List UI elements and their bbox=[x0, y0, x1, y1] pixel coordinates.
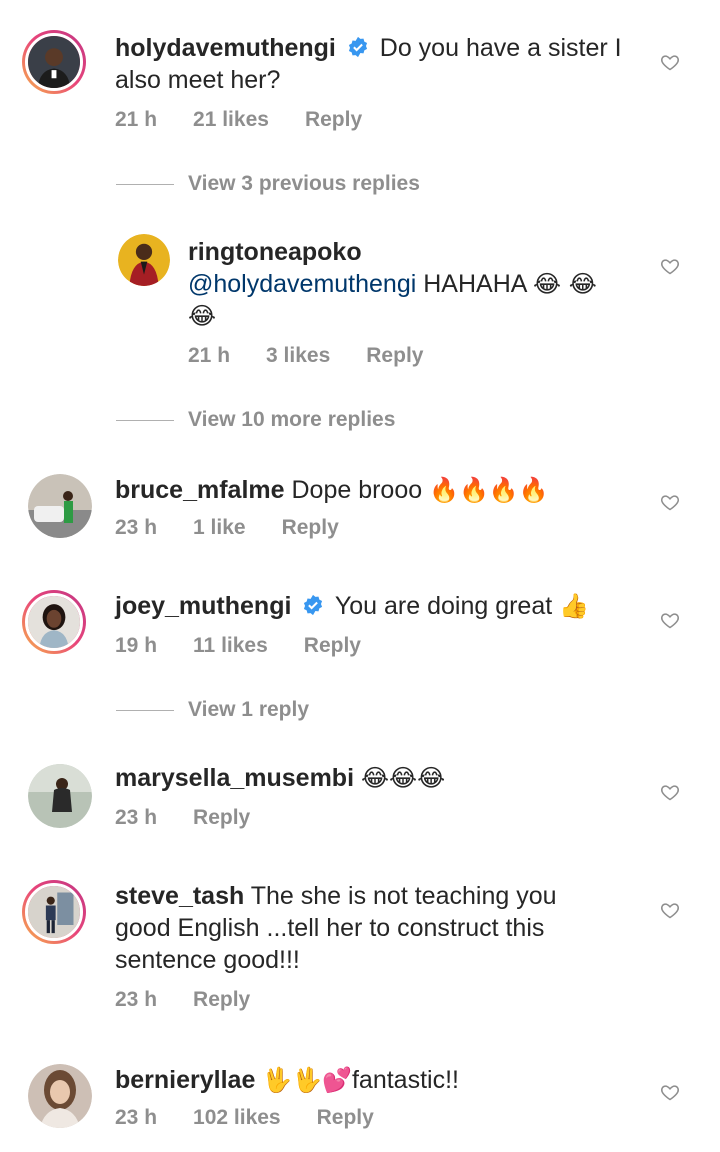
heart-icon[interactable] bbox=[660, 492, 680, 512]
verified-badge-icon bbox=[348, 36, 367, 58]
timestamp: 19 h bbox=[115, 634, 158, 657]
avatar[interactable] bbox=[22, 590, 86, 654]
comment-text: good English ...tell her to construct th… bbox=[115, 914, 545, 942]
comment-text: You are doing great bbox=[334, 592, 553, 620]
heart-icon[interactable] bbox=[660, 900, 680, 920]
mention-link[interactable]: @holydavemuthengi bbox=[188, 270, 416, 298]
timestamp: 23 h bbox=[115, 1106, 158, 1129]
reply-button[interactable]: Reply bbox=[193, 806, 250, 830]
reply-button[interactable]: Reply bbox=[304, 634, 361, 658]
laughing-emoji: 😂😂😂 bbox=[360, 764, 446, 792]
divider-line bbox=[116, 419, 174, 421]
reply-button[interactable]: Reply bbox=[193, 988, 250, 1012]
heart-icon[interactable] bbox=[660, 610, 680, 630]
reply-button[interactable]: Reply bbox=[282, 516, 339, 540]
vulcan-salute-emoji: 🖖🖖💕 bbox=[262, 1066, 352, 1094]
timestamp: 23 h bbox=[115, 988, 158, 1011]
woman-portrait-icon bbox=[28, 596, 80, 648]
username[interactable]: bruce_mfalme bbox=[115, 476, 285, 504]
reply-button[interactable]: Reply bbox=[366, 344, 423, 368]
avatar[interactable] bbox=[28, 764, 92, 828]
likes-count[interactable]: 102 likes bbox=[193, 1106, 281, 1130]
laughing-emoji: 😂 😂 bbox=[533, 270, 597, 298]
timestamp: 21 h bbox=[188, 344, 231, 367]
comment-text: Dope brooo bbox=[291, 476, 423, 504]
avatar[interactable] bbox=[28, 1064, 92, 1128]
divider-line bbox=[116, 183, 174, 185]
likes-count[interactable]: 1 like bbox=[193, 516, 246, 540]
username[interactable]: marysella_musembi bbox=[115, 764, 354, 792]
heart-icon[interactable] bbox=[660, 52, 680, 72]
comment-text: sentence good!!! bbox=[115, 946, 300, 974]
view-one-reply[interactable]: View 1 reply bbox=[116, 698, 309, 722]
heart-icon[interactable] bbox=[660, 256, 680, 276]
username[interactable]: joey_muthengi bbox=[115, 592, 291, 620]
username[interactable]: bernieryllae bbox=[115, 1066, 255, 1094]
username[interactable]: ringtoneapoko bbox=[188, 238, 362, 266]
avatar[interactable] bbox=[22, 30, 86, 94]
comment-text: fantastic!! bbox=[351, 1066, 459, 1094]
reply-button[interactable]: Reply bbox=[317, 1106, 374, 1130]
avatar[interactable] bbox=[28, 474, 92, 538]
username[interactable]: holydavemuthengi bbox=[115, 34, 336, 62]
man-red-suit-icon bbox=[118, 234, 170, 286]
likes-count[interactable]: 3 likes bbox=[266, 344, 330, 368]
woman-selfie-icon bbox=[28, 1064, 92, 1128]
divider-line bbox=[116, 709, 174, 711]
view-previous-replies[interactable]: View 3 previous replies bbox=[116, 172, 420, 196]
woman-sitting-icon bbox=[28, 764, 92, 828]
likes-count[interactable]: 11 likes bbox=[193, 634, 268, 658]
heart-icon[interactable] bbox=[660, 782, 680, 802]
man-portrait-icon bbox=[28, 36, 80, 88]
view-more-replies[interactable]: View 10 more replies bbox=[116, 408, 395, 432]
avatar[interactable] bbox=[118, 234, 170, 286]
thumbs-up-emoji: 👍 bbox=[559, 592, 590, 620]
laughing-emoji: 😂 bbox=[188, 302, 217, 330]
avatar[interactable] bbox=[22, 880, 86, 944]
username[interactable]: steve_tash bbox=[115, 882, 244, 910]
man-with-car-icon bbox=[28, 474, 92, 538]
fire-emoji: 🔥🔥🔥🔥 bbox=[429, 476, 549, 504]
timestamp: 23 h bbox=[115, 516, 158, 539]
timestamp: 21 h bbox=[115, 108, 158, 131]
man-standing-icon bbox=[28, 886, 80, 938]
comment-text: HAHAHA bbox=[423, 270, 527, 298]
timestamp: 23 h bbox=[115, 806, 158, 829]
likes-count[interactable]: 21 likes bbox=[193, 108, 269, 132]
verified-badge-icon bbox=[304, 594, 323, 616]
comment-text: The she is not teaching you bbox=[250, 882, 557, 910]
heart-icon[interactable] bbox=[660, 1082, 680, 1102]
reply-button[interactable]: Reply bbox=[305, 108, 362, 132]
